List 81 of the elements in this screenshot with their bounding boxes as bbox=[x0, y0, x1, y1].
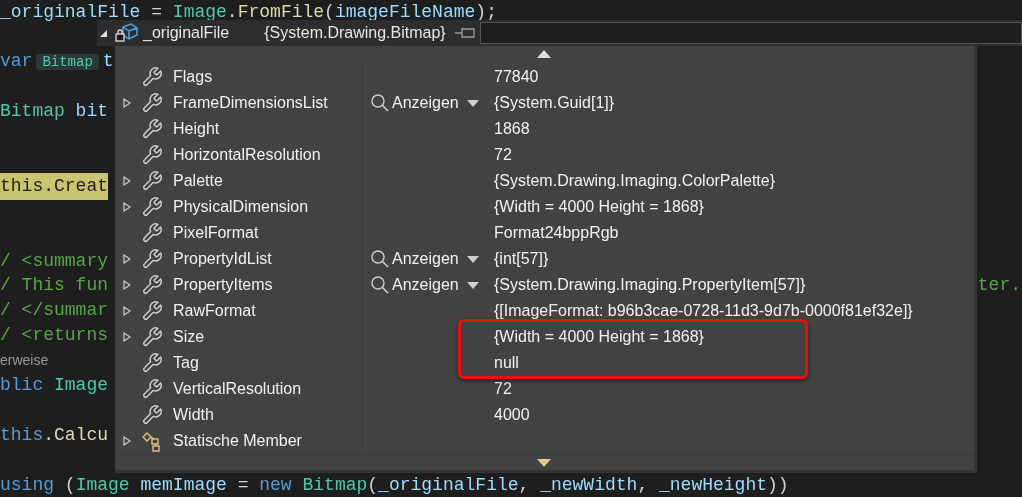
code-line: blic Image bbox=[0, 374, 109, 397]
wrench-icon bbox=[141, 352, 163, 374]
property-value: {int[57]} bbox=[494, 249, 549, 269]
value-edit-field[interactable] bbox=[479, 22, 1022, 44]
visualizer-button[interactable]: Anzeigen bbox=[370, 247, 479, 271]
wrench-icon bbox=[141, 196, 163, 218]
variable-name: _originalFile bbox=[143, 23, 230, 43]
scroll-down-icon[interactable] bbox=[536, 459, 551, 467]
code-line: using (Image memImage = new Bitmap(_originalFile, _newWidth, _newHeight)) bbox=[0, 473, 789, 497]
variable-value: {System.Drawing.Bitmap} bbox=[264, 23, 446, 43]
property-name: PropertyIdList bbox=[173, 249, 272, 269]
property-name: FrameDimensionsList bbox=[173, 93, 328, 113]
wrench-icon bbox=[141, 222, 163, 244]
property-name: Width bbox=[173, 405, 214, 425]
code-fragment: ter. bbox=[977, 274, 1021, 298]
collapse-arrow-icon[interactable] bbox=[99, 28, 108, 38]
property-value: {System.Guid[1]} bbox=[494, 93, 615, 113]
property-name: Flags bbox=[173, 67, 213, 87]
expand-arrow-icon[interactable] bbox=[123, 202, 131, 212]
property-value: 4000 bbox=[494, 405, 530, 425]
code-line: _originalFile = Image.FromFile(imageFileName); bbox=[0, 0, 497, 24]
property-name: Tag bbox=[173, 353, 199, 373]
members-icon bbox=[141, 430, 163, 452]
expand-arrow-icon[interactable] bbox=[123, 436, 131, 446]
property-name: Statische Member bbox=[173, 431, 302, 451]
property-name: PropertyItems bbox=[173, 275, 273, 295]
wrench-icon bbox=[141, 144, 163, 166]
property-name: Height bbox=[173, 119, 220, 139]
property-value: 1868 bbox=[494, 119, 530, 139]
code-line: this.Calcu bbox=[0, 423, 109, 447]
expand-arrow-icon[interactable] bbox=[123, 254, 131, 264]
dropdown-caret-icon bbox=[466, 255, 479, 263]
wrench-icon bbox=[141, 66, 163, 88]
wrench-icon bbox=[141, 274, 163, 296]
property-value: null bbox=[494, 353, 519, 373]
code-line: Bitmap bit bbox=[0, 100, 109, 124]
property-value: 72 bbox=[494, 145, 512, 165]
property-value: {System.Drawing.Imaging.PropertyItem[57]} bbox=[494, 275, 806, 295]
property-name: PhysicalDimension bbox=[173, 197, 309, 217]
property-name: Size bbox=[173, 327, 205, 347]
code-line: / <returns bbox=[0, 324, 109, 348]
visualizer-button[interactable]: Anzeigen bbox=[370, 91, 479, 115]
wrench-icon bbox=[141, 300, 163, 322]
wrench-icon bbox=[141, 404, 163, 426]
expand-arrow-icon[interactable] bbox=[123, 306, 131, 316]
wrench-icon bbox=[141, 92, 163, 114]
expand-arrow-icon[interactable] bbox=[123, 176, 131, 186]
dropdown-caret-icon bbox=[466, 281, 479, 289]
code-line: / </summar bbox=[0, 299, 109, 323]
search-icon bbox=[370, 275, 390, 295]
property-value: 77840 bbox=[494, 67, 539, 87]
search-icon bbox=[370, 93, 390, 113]
code-line: / <summary bbox=[0, 249, 109, 273]
wrench-icon bbox=[141, 378, 163, 400]
property-value: {[ImageFormat: b96b3cae-0728-11d3-9d7b-0000f81ef32e]} bbox=[494, 301, 913, 321]
visualizer-button[interactable]: Anzeigen bbox=[370, 273, 479, 297]
expand-arrow-icon[interactable] bbox=[123, 332, 131, 342]
expand-arrow-icon[interactable] bbox=[123, 280, 131, 290]
property-name: RawFormat bbox=[173, 301, 256, 321]
property-name: Palette bbox=[173, 171, 223, 191]
code-line: / This fun bbox=[0, 274, 109, 298]
pin-icon[interactable] bbox=[453, 26, 476, 40]
wrench-icon bbox=[141, 118, 163, 140]
property-value: 72 bbox=[494, 379, 512, 399]
wrench-icon bbox=[141, 170, 163, 192]
property-value: {Width = 4000 Height = 1868} bbox=[494, 327, 704, 347]
codelens-text: erweise bbox=[0, 351, 49, 371]
property-value: {Width = 4000 Height = 1868} bbox=[494, 197, 704, 217]
expand-arrow-icon[interactable] bbox=[123, 98, 131, 108]
property-name: PixelFormat bbox=[173, 223, 259, 243]
search-icon bbox=[370, 249, 390, 269]
locked-field-icon bbox=[115, 22, 139, 44]
property-name: VerticalResolution bbox=[173, 379, 302, 399]
property-value: {System.Drawing.Imaging.ColorPalette} bbox=[494, 171, 776, 191]
property-name: HorizontalResolution bbox=[173, 145, 321, 165]
code-line: var Bitmap t bbox=[0, 50, 114, 74]
wrench-icon bbox=[141, 248, 163, 270]
wrench-icon bbox=[141, 326, 163, 348]
dropdown-caret-icon bbox=[466, 99, 479, 107]
scroll-up-icon[interactable] bbox=[536, 50, 551, 58]
property-value: Format24bppRgb bbox=[494, 223, 619, 243]
